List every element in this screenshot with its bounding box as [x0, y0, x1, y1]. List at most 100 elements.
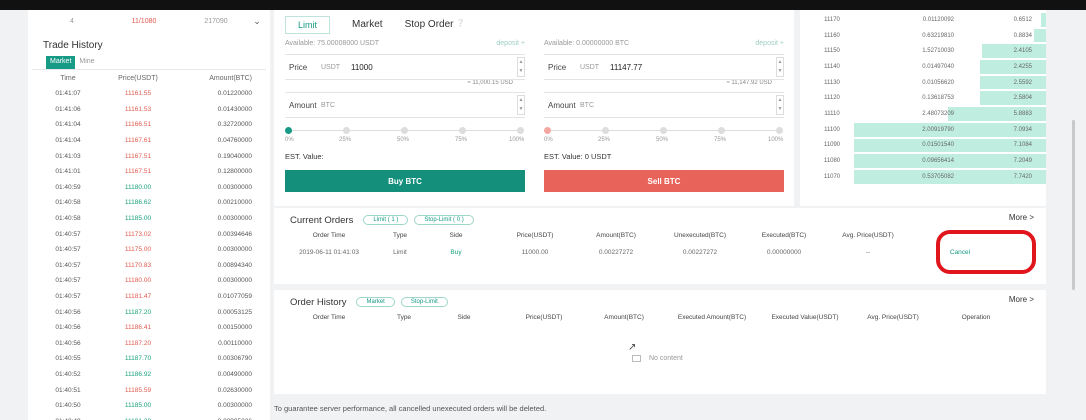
sell-slider-stop[interactable]	[660, 127, 667, 134]
sell-price-stepper[interactable]: ▲ ▼	[776, 57, 784, 77]
buy-pct-100: 100%	[509, 137, 525, 143]
buy-column: Available: 75.00008000 USDT deposit + Pri…	[285, 40, 525, 192]
book-total: 2.5804	[1013, 95, 1032, 102]
sell-amount-stepper[interactable]: ▲ ▼	[776, 95, 784, 115]
order-book-row[interactable]: 11100 2.00919790 7.0934	[800, 122, 1046, 138]
trade-history-row: 01:40:57 11180.00 0.00300000	[28, 273, 270, 289]
trade-amount: 0.12800000	[217, 168, 252, 176]
chevron-down-icon[interactable]: ⌄	[252, 16, 262, 27]
order-book-panel: 11170 0.01120092 0.6512 11160 0.63219810 0.88…	[800, 10, 1046, 206]
trade-history-row: 01:41:07 11161.55 0.01220000	[28, 86, 270, 102]
sell-slider-stop[interactable]	[776, 127, 783, 134]
trade-price: 11180.00	[124, 277, 152, 285]
order-book-row[interactable]: 11130 0.01056620 2.5592	[800, 75, 1046, 91]
trade-price: 11186.62	[124, 199, 152, 207]
order-history-panel: Order History Market Stop-Limit More > O…	[274, 290, 1046, 394]
current-stop-limit-pill[interactable]: Stop-Limit ( 0 )	[414, 215, 474, 225]
col-unexecuted: Unexecuted(BTC)	[673, 231, 727, 239]
sell-button[interactable]: Sell BTC	[544, 170, 784, 192]
order-book-row[interactable]: 11120 0.13618753 2.5804	[800, 90, 1046, 106]
order-history-more-link[interactable]: More >	[1009, 295, 1034, 304]
current-orders-panel: Current Orders Limit ( 1 ) Stop-Limit ( …	[274, 208, 1046, 284]
sell-deposit-link[interactable]: deposit +	[755, 40, 784, 54]
book-price: 11070	[823, 173, 841, 180]
trade-price: 11167.51	[124, 168, 152, 176]
order-book-row[interactable]: 11080 0.09656414 7.2049	[800, 153, 1046, 169]
col-side: Side	[449, 231, 463, 239]
order-book-row[interactable]: 11140 0.01497040 2.4255	[800, 59, 1046, 75]
trade-price: 11175.00	[124, 246, 152, 254]
tab-market-order[interactable]: Market	[352, 19, 383, 30]
trade-time: 01:40:57	[55, 261, 81, 269]
buy-percent-slider[interactable]: 0% 25% 50% 75% 100%	[285, 126, 525, 150]
history-stop-limit-pill[interactable]: Stop-Limit	[400, 297, 448, 307]
tab-limit[interactable]: Limit	[285, 15, 331, 34]
buy-price-input[interactable]: 11000	[351, 63, 373, 72]
trade-price: 11161.55	[124, 90, 152, 98]
header-time: Time	[60, 74, 76, 82]
buy-price-field[interactable]: Price USDT 11000 ▲ ▼	[285, 54, 525, 80]
book-amount: 0.63219810	[922, 32, 954, 39]
depth-bar	[1041, 13, 1046, 27]
buy-price-stepper[interactable]: ▲ ▼	[517, 57, 525, 77]
book-amount: 0.01501540	[922, 142, 954, 149]
trade-price: 11180.00	[124, 183, 152, 191]
buy-slider-stop[interactable]	[401, 127, 408, 134]
sell-slider-handle[interactable]	[544, 127, 551, 134]
sell-price-input[interactable]: 11147.77	[610, 63, 642, 72]
order-time: 2019-06-11 01:41:03	[299, 248, 359, 256]
buy-slider-stop[interactable]	[343, 127, 350, 134]
trade-time: 01:41:06	[55, 105, 81, 113]
sell-slider-stop[interactable]	[602, 127, 609, 134]
trade-amount: 0.19040000	[217, 152, 252, 160]
current-limit-pill[interactable]: Limit ( 1 )	[363, 215, 409, 225]
history-market-pill[interactable]: Market	[356, 297, 395, 307]
buy-button[interactable]: Buy BTC	[285, 170, 525, 192]
buy-deposit-link[interactable]: deposit +	[496, 40, 525, 54]
trade-time: 01:40:57	[55, 277, 81, 285]
help-icon[interactable]: ❔	[456, 20, 465, 27]
current-orders-more-link[interactable]: More >	[1009, 213, 1034, 222]
trade-history-row: 01:40:57 11173.02 0.00394646	[28, 226, 270, 242]
footnote-text: To guarantee server performance, all can…	[274, 404, 547, 413]
sell-amount-field[interactable]: Amount BTC ▲ ▼	[544, 92, 784, 118]
highlight-ring	[936, 230, 1036, 274]
tab-market[interactable]: Market	[46, 56, 76, 69]
trade-time: 01:40:59	[55, 183, 81, 191]
order-history-header: Order Time Type Side Price(USDT) Amount(…	[274, 310, 1046, 324]
order-executed: 0.00000000	[766, 248, 802, 256]
last-price: 11/1080	[131, 17, 157, 25]
trade-history-row: 01:40:55 11187.70 0.00306790	[28, 351, 270, 367]
tab-mine[interactable]: Mine	[75, 56, 98, 69]
sell-slider-stop[interactable]	[718, 127, 725, 134]
order-book-row[interactable]: 11110 2.48073209 5.8883	[800, 106, 1046, 122]
hcol-amount: Amount(BTC)	[604, 313, 644, 321]
hcol-operation: Operation	[961, 313, 991, 321]
order-book-row[interactable]: 11170 0.01120092 0.6512	[800, 12, 1046, 28]
trade-history-title: Trade History	[43, 40, 103, 51]
sell-price-field[interactable]: Price USDT 11147.77 ▲ ▼	[544, 54, 784, 80]
order-book-list: 11170 0.01120092 0.6512 11160 0.63219810 0.88…	[800, 10, 1046, 185]
buy-amount-field[interactable]: Amount BTC ▲ ▼	[285, 92, 525, 118]
buy-slider-stop[interactable]	[459, 127, 466, 134]
order-book-row[interactable]: 11160 0.63219810 0.8834	[800, 28, 1046, 44]
trade-amount: 0.32720000	[217, 121, 252, 129]
page-scrollbar[interactable]	[1072, 120, 1075, 290]
book-total: 5.8883	[1013, 110, 1032, 117]
tab-stop-order[interactable]: Stop Order ❔	[405, 19, 465, 30]
trade-amount: 0.00110000	[218, 339, 252, 347]
order-book-row[interactable]: 11090 0.01501540 7.1084	[800, 138, 1046, 154]
buy-slider-handle[interactable]	[285, 127, 292, 134]
sell-percent-slider[interactable]: 0% 25% 50% 75% 100%	[544, 126, 784, 150]
book-total: 2.5592	[1013, 79, 1032, 86]
top-bar	[0, 0, 1086, 10]
order-type: Limit	[393, 248, 407, 256]
buy-slider-stop[interactable]	[517, 127, 524, 134]
order-book-row[interactable]: 11150 1.52710030 2.4105	[800, 43, 1046, 59]
trade-amount: 0.00300000	[217, 246, 252, 254]
col-avg-price: Avg. Price(USDT)	[842, 231, 894, 239]
order-book-row[interactable]: 11070 0.53705082 7.7420	[800, 169, 1046, 185]
hcol-price: Price(USDT)	[525, 313, 563, 321]
buy-amount-stepper[interactable]: ▲ ▼	[517, 95, 525, 115]
trade-amount: 0.00894340	[217, 261, 252, 269]
